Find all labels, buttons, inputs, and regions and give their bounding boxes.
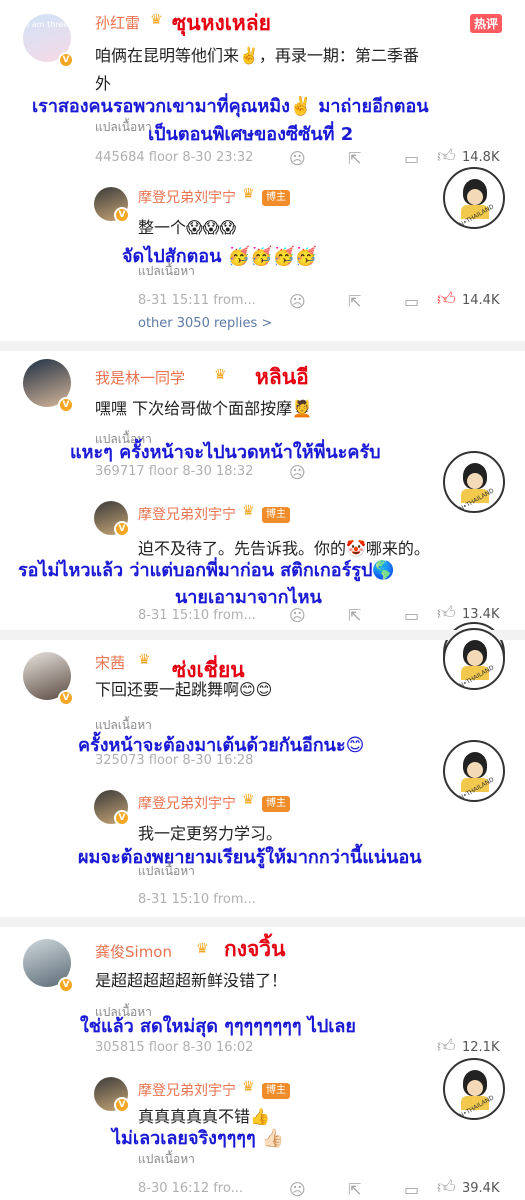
comment-meta: 369717 floor 8-30 18:32 [95,464,254,479]
username[interactable]: 我是林一同学 [95,367,185,388]
like-count: 13.4K [462,607,500,622]
more-replies-link[interactable]: other 3050 replies > [138,316,272,331]
comment-icon[interactable]: ▭ [404,150,419,168]
thai-translation: ใช่แล้ว สดใหม่สุด ๆๆๆๆๆๆๆๆ ไปเลย [80,1016,356,1037]
reply-username[interactable]: 摩登兄弟刘宇宁 [138,1080,236,1100]
comment-text: 是超超超超超新鲜没错了！ [95,971,288,990]
blogger-tag: 博主 [262,796,290,812]
verified-badge-icon: V [58,977,74,993]
verified-badge-icon: V [114,207,130,223]
comment-1: I am three V 孙红雷 ♛ ซุนหงเหล่ย 热评 咱俩在昆明等他… [0,0,525,345]
crown-icon: ♛ [242,792,255,808]
thai-translation-line-2: เป็นตอนพิเศษของซีซันที่ 2 [148,124,354,145]
comment-icon[interactable]: ▭ [404,1181,419,1199]
section-divider [0,917,525,927]
comment-text-line-1: 咱俩在昆明等他们来✌️，再录一期：第二季番 [95,46,419,65]
reply-meta: 8-31 15:10 from... [138,892,256,907]
watermark-logo: LYN•THAILAND [443,740,505,802]
reply-username[interactable]: 摩登兄弟刘宇宁 [138,504,236,524]
hot-comment-tag: 热评 [470,14,503,33]
reply-thai-translation: ผมจะต้องพยายามเรียนรู้ให้มากกว่านี้แน่นอ… [78,847,422,868]
share-icon[interactable]: ⇱ [348,1181,361,1199]
thai-translation-line-1: เราสองคนรอพวกเขามาที่คุณหมิง✌️ มาถ่ายอีก… [32,96,429,117]
blogger-tag: 博主 [262,190,290,206]
like-count: 39.4K [462,1181,500,1196]
comment-2: V 我是林一同学 ♛ หลินอี 嘿嘿 下次给哥做个面部按摩💆 แปลเนื้… [0,351,525,684]
comment-icon[interactable]: ▭ [404,607,419,625]
comment-4: V 龚俊Simon ♛ กงจวิ้น 是超超超超超新鲜没错了！ แปลเนื้… [0,927,525,1200]
like-icon[interactable]: 👍︎ [437,1179,456,1197]
comment-text-line-2: 外 [95,74,112,93]
reply-username[interactable]: 摩登兄弟刘宇宁 [138,793,236,813]
dislike-icon[interactable]: ☹ [289,607,306,625]
verified-badge-icon: V [114,521,130,537]
dislike-icon[interactable]: ☹ [289,1181,306,1199]
crown-icon: ♛ [214,367,227,383]
like-count: 12.1K [462,1040,500,1055]
username[interactable]: 孙红雷 [95,12,140,33]
comment-icon[interactable]: ▭ [404,293,419,311]
comment-meta: 305815 floor 8-30 16:02 [95,1040,254,1055]
section-divider [0,630,525,640]
verified-badge-icon: V [58,690,74,706]
thai-name-label: หลินอี [255,365,309,389]
translate-link[interactable]: แปลเนื้อหา [95,118,152,137]
verified-badge-icon: V [58,52,74,68]
thai-name-label: ซุนหงเหล่ย [172,11,271,35]
reply-thai-translation: ไม่เลวเลยจริงๆๆๆๆ 👍🏻 [112,1128,285,1149]
crown-icon: ♛ [242,1079,255,1095]
reply-text: 整一个😱😱😱 [138,218,237,237]
comment-text: 嘿嘿 下次给哥做个面部按摩💆 [95,399,313,418]
avatar-caption: I am three [27,20,69,29]
reply-meta: 8-30 16:12 fro... [138,1181,243,1196]
like-icon-active[interactable]: 👍︎ [437,291,456,309]
reply-thai-translation-line-1: รอไม่ไหวแล้ว ว่าแต่บอกพี่มาก่อน สติกเกอร… [18,560,395,581]
translate-link[interactable]: แปลเนื้อหา [138,262,195,281]
crown-icon: ♛ [196,941,209,957]
dislike-icon[interactable]: ☹ [289,150,306,168]
dislike-icon[interactable]: ☹ [289,293,306,311]
comment-text: 下回还要一起跳舞啊😊😊 [95,680,273,699]
thai-name-label: กงจวิ้น [224,937,286,961]
blogger-tag: 博主 [262,507,290,523]
dislike-icon[interactable]: ☹ [289,464,306,482]
reply-meta: 8-31 15:10 from... [138,608,256,623]
crown-icon: ♛ [138,652,151,668]
reply-username[interactable]: 摩登兄弟刘宇宁 [138,187,236,207]
watermark-logo: LYN•THAILAND [443,451,505,513]
reply-meta: 8-31 15:11 from... [138,293,256,308]
crown-icon: ♛ [242,186,255,202]
username[interactable]: 龚俊Simon [95,941,172,962]
comment-3: V 宋茜 ♛ ซ่งเชี่ยน 下回还要一起跳舞啊😊😊 แปลเนื้อหา … [0,628,525,920]
crown-icon: ♛ [242,503,255,519]
crown-icon: ♛ [150,12,163,28]
verified-badge-icon: V [58,397,74,413]
like-icon[interactable]: 👍︎ [437,148,456,166]
verified-badge-icon: V [114,1097,130,1113]
like-count: 14.8K [462,150,500,165]
share-icon[interactable]: ⇱ [348,150,361,168]
username[interactable]: 宋茜 [95,652,125,673]
section-divider [0,341,525,351]
verified-badge-icon: V [114,810,130,826]
share-icon[interactable]: ⇱ [348,293,361,311]
thai-translation: แหะๆ ครั้งหน้าจะไปนวดหน้าให้พี่นะครับ [70,442,381,463]
blogger-tag: 博主 [262,1083,290,1099]
like-icon[interactable]: 👍︎ [437,605,456,623]
share-icon[interactable]: ⇱ [348,607,361,625]
comment-meta: 445684 floor 8-30 23:32 [95,150,254,165]
like-icon[interactable]: 👍︎ [437,1038,456,1056]
watermark-logo: LYN•THAILAND [443,1058,505,1120]
watermark-logo: LYN•THAILAND [443,628,505,690]
translate-link[interactable]: แปลเนื้อหา [138,1150,195,1169]
watermark-logo: LYN•THAILAND [443,167,505,229]
reply-text: 我一定更努力学习。 [138,824,283,843]
comment-meta: 325073 floor 8-30 16:28 [95,753,254,768]
translate-link[interactable]: แปลเนื้อหา [138,862,195,881]
like-count: 14.4K [462,293,500,308]
